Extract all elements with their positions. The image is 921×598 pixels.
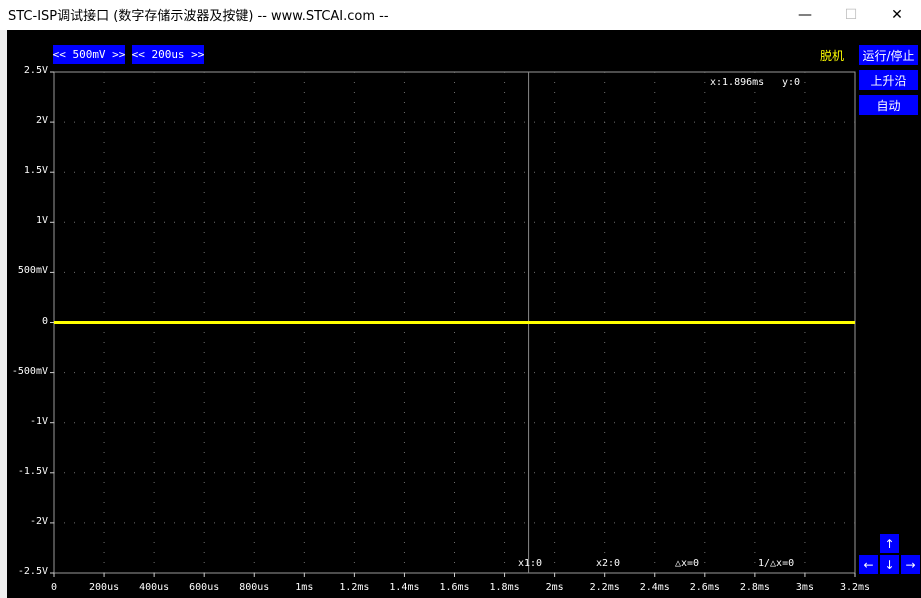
x-tick-label: 2.4ms bbox=[639, 582, 670, 593]
x-tick-label: 800us bbox=[239, 582, 270, 593]
volt-div-button[interactable]: << 500mV >> bbox=[53, 45, 125, 64]
x-tick-label: 200us bbox=[89, 582, 120, 593]
inverse-delta-x-readout: 1/△x=0 bbox=[758, 558, 795, 569]
y-tick-label: 500mV bbox=[17, 265, 48, 277]
y-tick-label: -2.5V bbox=[17, 566, 48, 577]
time-div-button[interactable]: << 200us >> bbox=[132, 45, 204, 64]
trigger-edge-button[interactable]: 上升沿 bbox=[859, 70, 918, 90]
x-tick-label: 2ms bbox=[545, 582, 564, 593]
x-tick-label: 2.6ms bbox=[689, 582, 720, 593]
y-tick-label: -2V bbox=[29, 515, 48, 527]
y-tick-label: 1.5V bbox=[23, 165, 48, 177]
arrow-down-button[interactable]: ↓ bbox=[880, 555, 899, 574]
arrow-right-button[interactable]: → bbox=[901, 555, 920, 574]
run-stop-button[interactable]: 运行/停止 bbox=[859, 45, 918, 65]
y-tick-label: 2.5V bbox=[23, 65, 48, 76]
cursor-x-readout: x:1.896ms bbox=[710, 77, 765, 88]
x-tick-marks bbox=[53, 573, 856, 577]
x-tick-label: 1.2ms bbox=[339, 582, 370, 593]
y-tick-label: -500mV bbox=[11, 365, 48, 377]
x1-readout: x1:0 bbox=[518, 558, 543, 569]
cursor-y-readout: y:0 bbox=[782, 77, 801, 88]
y-tick-marks bbox=[50, 71, 54, 574]
x-tick-label: 400us bbox=[139, 582, 170, 593]
x2-readout: x2:0 bbox=[596, 558, 621, 569]
y-tick-label: 2V bbox=[35, 115, 48, 127]
x-tick-label: 1ms bbox=[295, 582, 314, 593]
y-tick-label: -1.5V bbox=[17, 465, 48, 477]
arrow-left-button[interactable]: ← bbox=[859, 555, 878, 574]
y-tick-label: 1V bbox=[35, 215, 48, 227]
x-tick-label: 0 bbox=[50, 582, 58, 593]
x-tick-label: 3ms bbox=[795, 582, 814, 593]
y-tick-label: 0 bbox=[41, 315, 48, 327]
oscilloscope-plot[interactable] bbox=[0, 0, 921, 598]
auto-button[interactable]: 自动 bbox=[859, 95, 918, 115]
x-tick-label: 1.8ms bbox=[489, 582, 520, 593]
arrow-up-button[interactable]: ↑ bbox=[880, 534, 899, 553]
y-tick-label: -1V bbox=[29, 415, 48, 427]
connection-status: 脱机 bbox=[820, 49, 845, 63]
x-tick-label: 1.4ms bbox=[389, 582, 420, 593]
delta-x-readout: △x=0 bbox=[675, 558, 700, 569]
x-tick-label: 1.6ms bbox=[439, 582, 470, 593]
x-tick-label: 2.2ms bbox=[589, 582, 620, 593]
x-tick-label: 3.2ms bbox=[839, 582, 871, 593]
x-tick-label: 600us bbox=[189, 582, 220, 593]
x-tick-label: 2.8ms bbox=[739, 582, 770, 593]
